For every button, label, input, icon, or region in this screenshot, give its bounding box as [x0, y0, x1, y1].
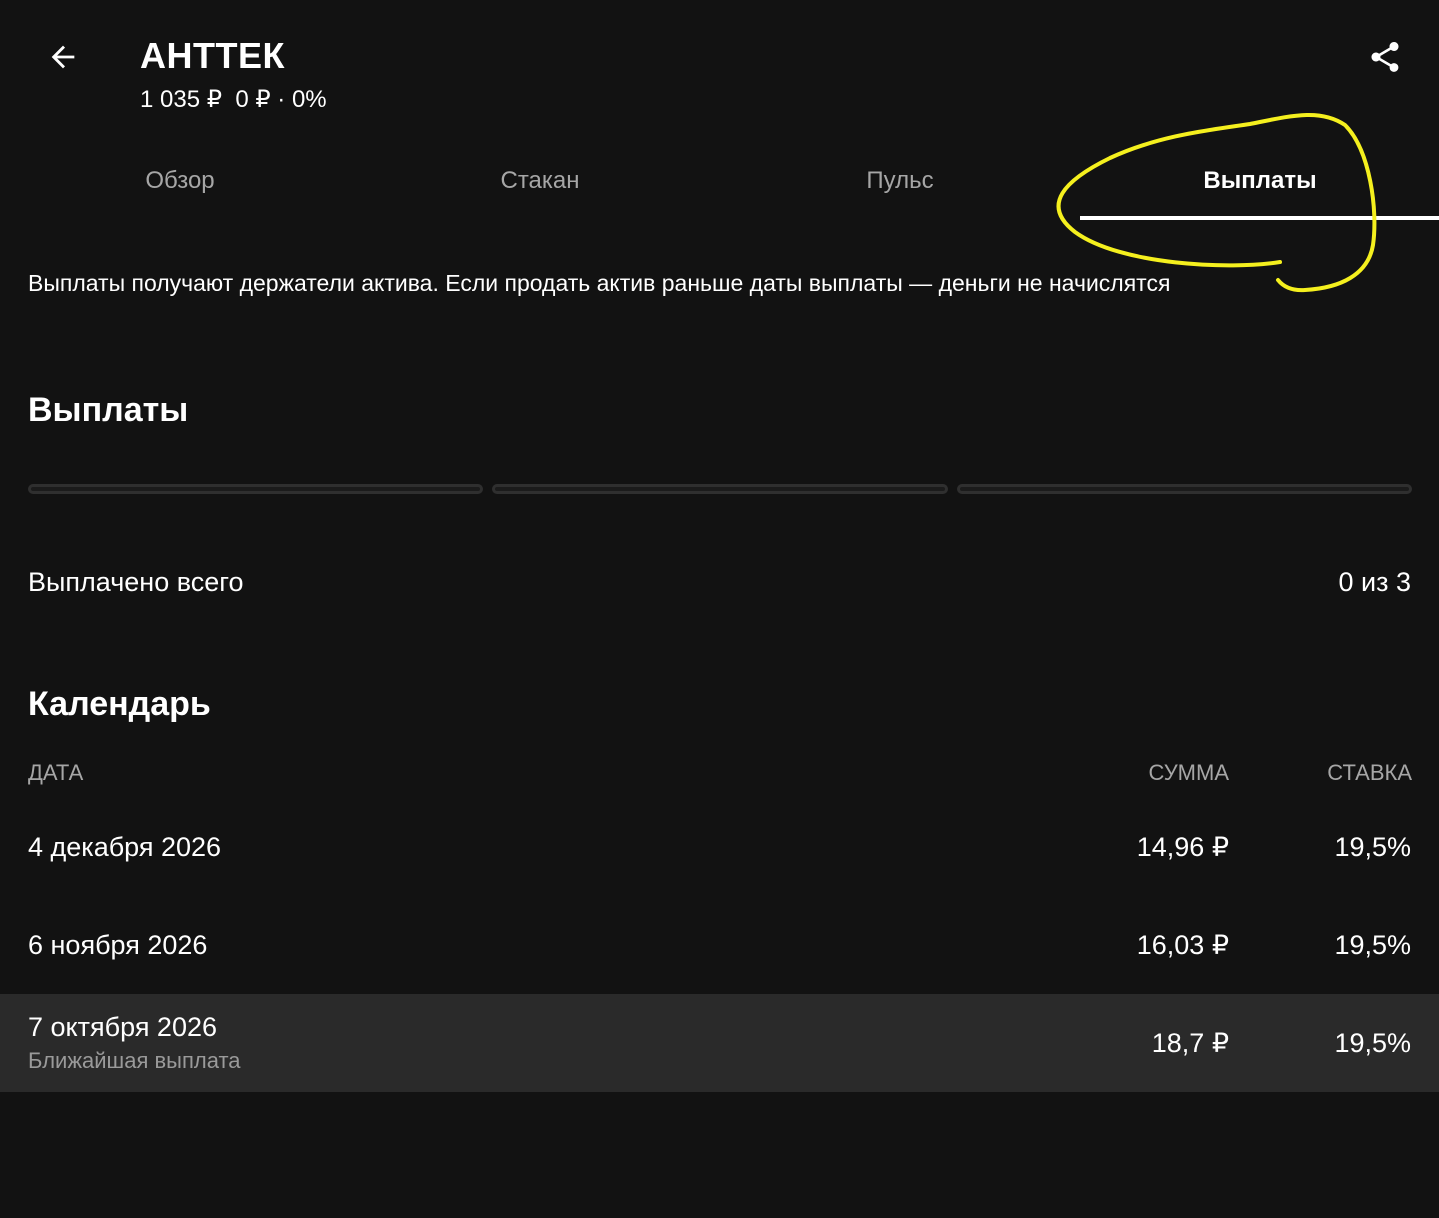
table-row[interactable]: 6 ноября 2026 16,03 ₽ 19,5%: [0, 902, 1439, 992]
column-header-amount: СУММА: [1148, 760, 1229, 785]
payout-date: 6 ноября 2026: [28, 930, 208, 960]
payout-rate: 19,5%: [1334, 930, 1411, 960]
price-summary: 1 035 ₽ 0 ₽ · 0%: [140, 84, 327, 116]
share-button[interactable]: [1362, 34, 1408, 80]
back-button[interactable]: [40, 34, 86, 80]
paid-total-label: Выплачено всего: [28, 567, 244, 597]
paid-total-value: 0 из 3: [1338, 567, 1412, 597]
payout-rate: 19,5%: [1334, 832, 1411, 862]
progress-segment: [492, 484, 948, 494]
arrow-left-icon: [51, 45, 75, 69]
table-row[interactable]: 4 декабря 2026 14,96 ₽ 19,5%: [0, 804, 1439, 894]
payout-amount: 14,96 ₽: [1136, 832, 1229, 862]
tab-overview[interactable]: Обзор: [0, 150, 360, 212]
tab-pulse[interactable]: Пульс: [720, 150, 1080, 212]
payout-date: 4 декабря 2026: [28, 832, 222, 862]
payout-info-text: Выплаты получают держатели актива. Если …: [28, 270, 1171, 296]
payouts-section-title: Выплаты: [28, 391, 189, 429]
tab-order-book[interactable]: Стакан: [360, 150, 720, 212]
current-price: 1 035 ₽: [140, 86, 222, 113]
payout-rate: 19,5%: [1334, 1028, 1411, 1058]
payout-progress-bar: [28, 482, 1412, 498]
payout-amount: 16,03 ₽: [1136, 930, 1229, 960]
table-row-next-payout[interactable]: 7 октября 2026 Ближайшая выплата 18,7 ₽ …: [0, 994, 1439, 1092]
next-payout-label: Ближайшая выплата: [28, 1048, 241, 1073]
share-icon: [1371, 42, 1399, 72]
price-change: 0 ₽ · 0%: [235, 86, 327, 113]
calendar-section-title: Календарь: [28, 685, 211, 723]
column-header-date: ДАТА: [28, 760, 84, 785]
tab-payouts[interactable]: Выплаты: [1080, 150, 1439, 212]
progress-segment: [28, 484, 484, 494]
page-title: АНТТЕК: [140, 35, 285, 76]
payout-date: 7 октября 2026: [28, 1012, 217, 1042]
column-header-rate: СТАВКА: [1327, 760, 1412, 785]
tab-bar: Обзор Стакан Пульс Выплаты: [0, 150, 1439, 222]
active-tab-indicator: [1080, 216, 1439, 220]
progress-segment: [956, 484, 1412, 494]
payout-amount: 18,7 ₽: [1151, 1028, 1229, 1058]
